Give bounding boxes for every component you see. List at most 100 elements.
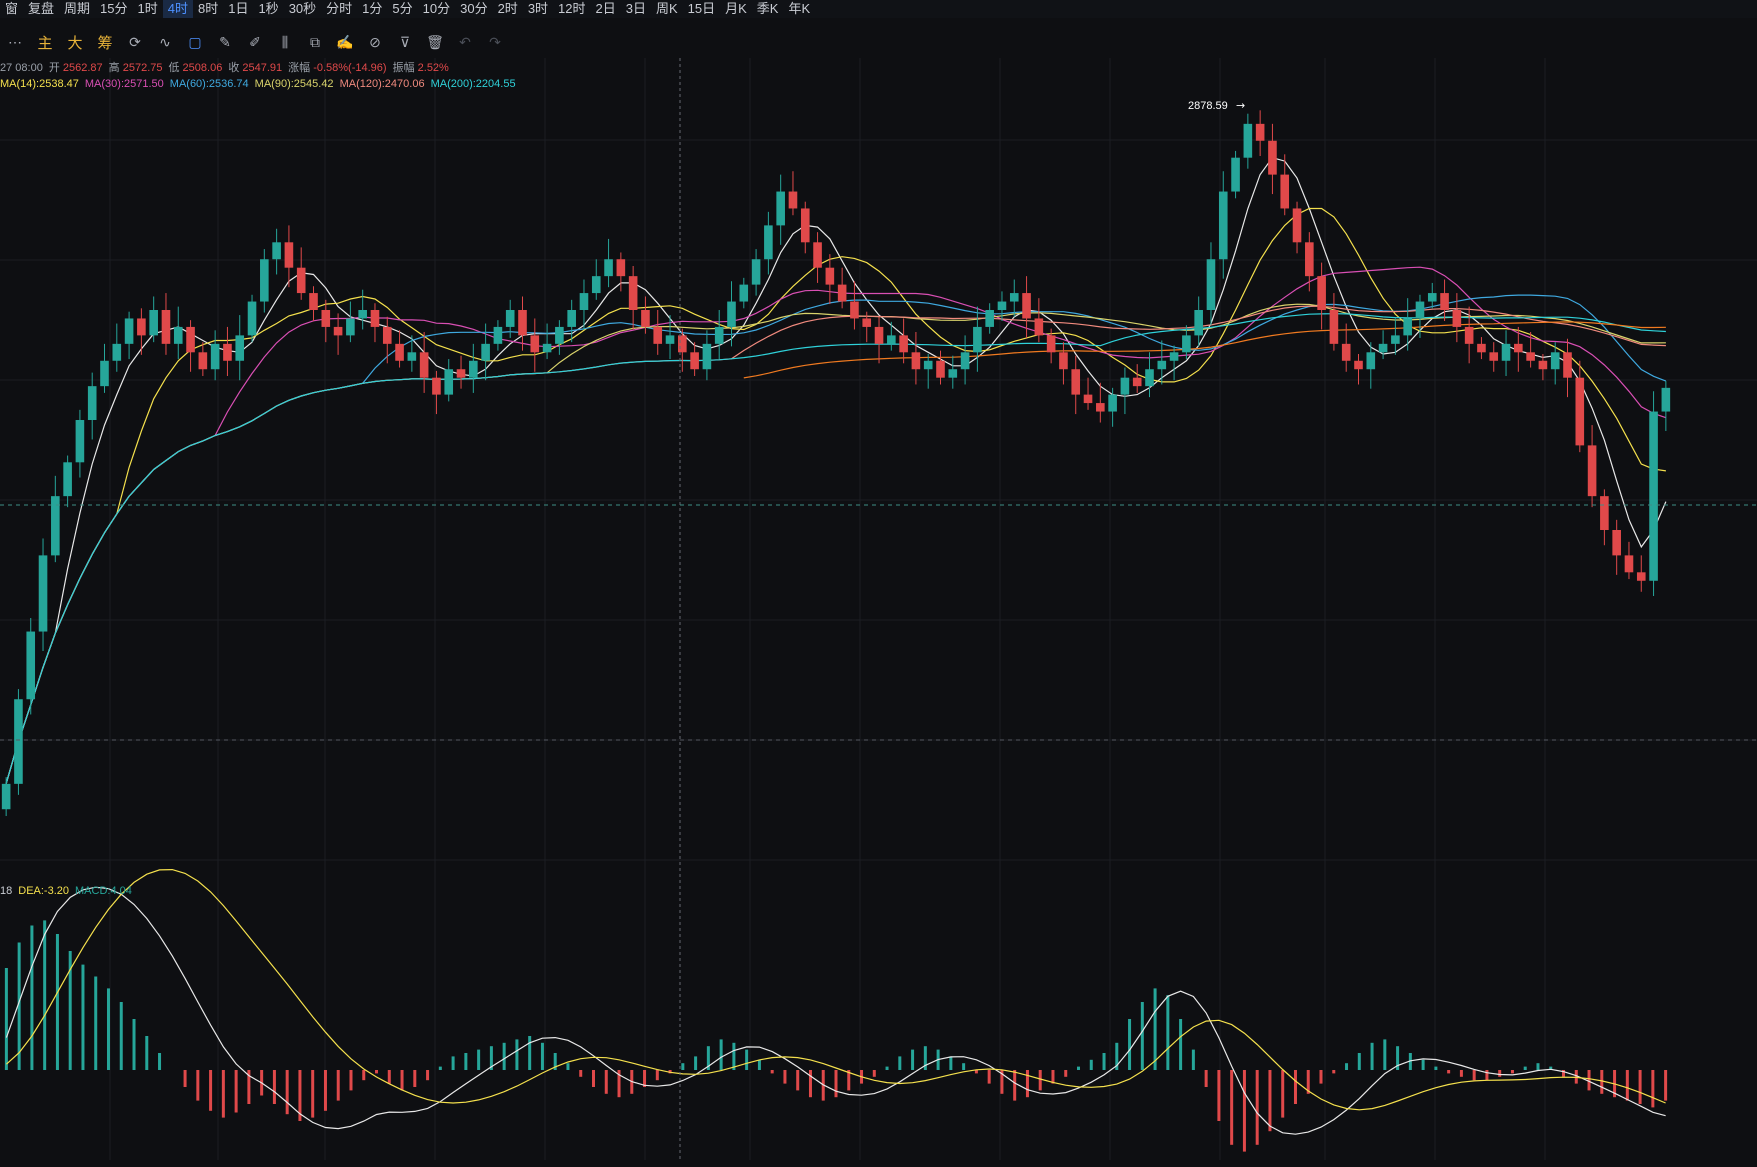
period-item-17[interactable]: 12时 (553, 0, 590, 18)
period-item-15[interactable]: 2时 (493, 0, 523, 18)
compare-icon: ⟳ (129, 33, 141, 50)
redo-button[interactable]: ↷ (482, 29, 508, 55)
period-item-7[interactable]: 1日 (223, 0, 253, 18)
candle-body-133 (1636, 572, 1646, 581)
chart-canvas[interactable]: 2878.59 → (0, 0, 1757, 1167)
ma-legend-item-0: MA(14):2538.47 (0, 78, 79, 90)
magnet-tool-button[interactable]: ⊘ (362, 29, 388, 55)
candle-body-111 (1366, 352, 1376, 370)
candle-body-60 (739, 284, 749, 302)
candle-body-46 (567, 310, 576, 327)
candle-body-36 (444, 369, 454, 395)
period-item-19[interactable]: 3日 (621, 0, 651, 18)
candle-body-33 (407, 352, 417, 361)
macd-bar-34 (438, 1066, 442, 1070)
macd-bar-35 (451, 1056, 455, 1070)
ma120-line (5, 305, 1666, 784)
big-order-button[interactable]: 大 (62, 29, 88, 55)
period-item-21[interactable]: 15日 (683, 0, 720, 18)
main-indicator-button[interactable]: 主 (32, 29, 58, 55)
candle-body-6 (75, 420, 85, 463)
period-item-9[interactable]: 30秒 (284, 0, 321, 18)
brush-icon: ✐ (249, 33, 261, 50)
candle-body-42 (518, 310, 527, 336)
macd-bar-61 (783, 1070, 787, 1084)
candle-body-95 (1169, 352, 1179, 361)
period-item-0[interactable]: 窗 (0, 0, 23, 18)
period-item-12[interactable]: 5分 (387, 0, 417, 18)
candle-body-87 (1071, 369, 1081, 395)
candle-body-84 (1034, 318, 1044, 336)
period-item-16[interactable]: 3时 (523, 0, 553, 18)
candle-body-51 (628, 276, 638, 310)
macd-bar-12 (158, 1053, 162, 1070)
chip-distribution-button[interactable]: 筹 (92, 29, 118, 55)
indicator-button[interactable]: ∿ (152, 29, 178, 55)
ma200-line (5, 313, 1666, 784)
macd-bar-2 (30, 925, 34, 1070)
period-item-8[interactable]: 1秒 (253, 0, 283, 18)
period-item-5[interactable]: 4时 (162, 0, 193, 18)
pencil-tool-button[interactable]: ✎ (212, 29, 238, 55)
copy-tool-button[interactable]: ⧉ (302, 29, 328, 55)
period-item-1[interactable]: 复盘 (23, 0, 59, 18)
macd-bar-47 (604, 1070, 608, 1094)
candle-body-113 (1391, 335, 1400, 344)
period-item-2[interactable]: 周期 (59, 0, 95, 18)
period-item-10[interactable]: 分时 (321, 0, 357, 18)
candle-body-78 (960, 352, 970, 370)
macd-bar-40 (515, 1039, 519, 1070)
drawing-toolbar: ⋯ 主 大 筹 ⟳ ∿ ▢ ✎ ✐ ⫼ ⧉ ✍ ⊘ ⊽ 🗑 ↶ ↷ (0, 27, 1757, 57)
macd-bar-104 (1332, 1070, 1336, 1074)
brush-tool-button[interactable]: ✐ (242, 29, 268, 55)
period-item-18[interactable]: 2日 (591, 0, 621, 18)
macd-bar-46 (591, 1070, 595, 1087)
candle-body-72 (887, 335, 896, 344)
candlesticks (1, 110, 1671, 816)
edit-tool-button[interactable]: ✍ (332, 29, 358, 55)
filter-tool-button[interactable]: ⊽ (392, 29, 418, 55)
period-item-20[interactable]: 周K (651, 0, 683, 18)
macd-bar-97 (1242, 1070, 1246, 1152)
period-item-14[interactable]: 30分 (455, 0, 492, 18)
candle-tool-button[interactable]: ⫼ (272, 29, 298, 55)
macd-bar-18 (234, 1070, 238, 1113)
period-item-13[interactable]: 10分 (418, 0, 455, 18)
candle-body-16 (198, 352, 208, 370)
candle-body-121 (1489, 352, 1499, 361)
macd-bar-36 (464, 1053, 468, 1070)
redo-icon: ↷ (489, 33, 501, 50)
period-item-4[interactable]: 1时 (133, 0, 163, 18)
select-tool-button[interactable]: ▢ (182, 29, 208, 55)
ma14-line (5, 207, 1666, 784)
macd-bar-118 (1510, 1070, 1514, 1074)
macd-bar-113 (1447, 1070, 1451, 1074)
more-tools-button[interactable]: ⋯ (2, 29, 28, 55)
compare-button[interactable]: ⟳ (122, 29, 148, 55)
macd-bar-10 (132, 1019, 136, 1070)
candle-body-96 (1182, 335, 1191, 353)
candle-body-109 (1341, 343, 1351, 361)
period-item-24[interactable]: 年K (783, 0, 815, 18)
candle-body-103 (1268, 140, 1277, 175)
undo-button[interactable]: ↶ (452, 29, 478, 55)
ma-legend-item-4: MA(120):2470.06 (339, 78, 425, 90)
period-item-11[interactable]: 1分 (357, 0, 387, 18)
open-label: 开 (48, 62, 60, 74)
delete-tool-button[interactable]: 🗑 (422, 29, 448, 55)
candle-body-2 (26, 631, 36, 700)
macd-bar-57 (732, 1042, 736, 1070)
candle-body-102 (1255, 123, 1265, 141)
macd-bar-91 (1166, 995, 1170, 1070)
period-item-22[interactable]: 月K (720, 0, 752, 18)
candle-body-32 (395, 343, 404, 361)
period-item-23[interactable]: 季K (752, 0, 784, 18)
candle-body-29 (358, 310, 367, 319)
period-item-6[interactable]: 8时 (193, 0, 223, 18)
candle-body-11 (137, 318, 146, 336)
period-item-3[interactable]: 15分 (95, 0, 132, 18)
candle-body-48 (591, 276, 601, 294)
candle-body-9 (112, 343, 122, 361)
candle-body-125 (1538, 360, 1548, 370)
macd-bar-117 (1498, 1070, 1502, 1077)
